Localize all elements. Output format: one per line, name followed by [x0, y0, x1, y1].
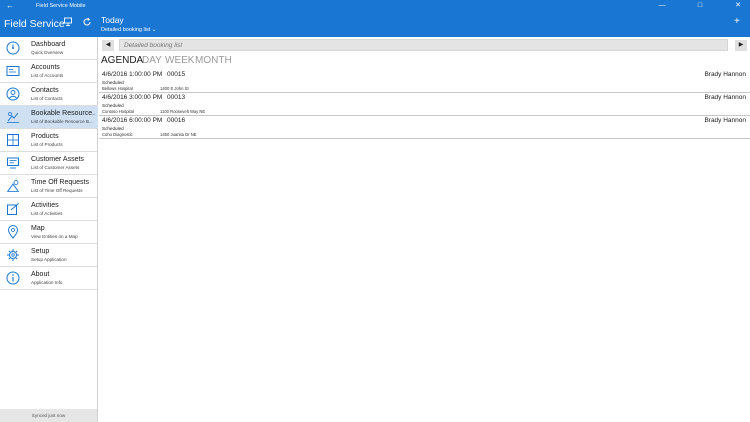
booking-row[interactable]: 4/6/2016 3:00:00 PM 00013 Brady Hannon S…	[99, 93, 750, 116]
sidebar-item-sub: List of Time Off Requests	[31, 188, 83, 193]
view-selector-label: Detailed booking list	[101, 27, 151, 33]
tab-week[interactable]: WEEK	[165, 54, 194, 68]
sidebar-item-sub: View Entities on a Map	[31, 234, 78, 239]
booking-datetime: 4/6/2016 3:00:00 PM	[102, 94, 163, 101]
chevron-down-icon: ⌄	[151, 27, 157, 33]
booking-number: 00016	[167, 117, 186, 124]
booking-row[interactable]: 4/6/2016 6:00:00 PM 00016 Brady Hannon S…	[99, 116, 750, 139]
device-icon[interactable]	[62, 17, 74, 31]
booking-row[interactable]: 4/6/2016 1:00:00 PM 00015 Brady Hannon S…	[99, 70, 750, 93]
sidebar-item-label: Time Off Requests	[31, 179, 89, 186]
tab-agenda[interactable]: AGENDA	[101, 54, 143, 68]
minimize-icon[interactable]: —	[650, 0, 674, 12]
booking-address: 1450 Juanita Dr NE	[160, 132, 197, 137]
sidebar-item-label: Accounts	[31, 64, 60, 71]
window-title: Field Service Mobile	[36, 3, 86, 9]
sidebar-item-label: Contacts	[31, 87, 59, 94]
chevron-left-icon: ◀	[105, 42, 111, 48]
sidebar-item-label: About	[31, 271, 50, 278]
sidebar-item-label: Bookable Resource...	[31, 110, 95, 117]
sidebar-item-bookable-resource[interactable]: Bookable Resource... List of Bookable Re…	[0, 106, 98, 129]
maximize-icon[interactable]: □	[688, 0, 712, 12]
tab-month[interactable]: MONTH	[195, 54, 232, 68]
sidebar-item-label: Products	[31, 133, 59, 140]
sidebar-item-label: Setup	[31, 248, 50, 255]
dashboard-icon	[6, 41, 20, 55]
sidebar-item-sub: Setup Application	[31, 257, 67, 262]
sidebar-item-customer-assets[interactable]: Customer Assets List of Customer Assets	[0, 152, 98, 175]
sidebar-item-label: Map	[31, 225, 45, 232]
sidebar-item-label: Activities	[31, 202, 59, 209]
booking-account: Coho Diagnostic	[102, 132, 133, 137]
customer-assets-icon	[6, 156, 20, 170]
sidebar-item-about[interactable]: About Application Info	[0, 267, 98, 290]
booking-resource: Brady Hannon	[704, 117, 746, 124]
main-content: ◀ ▶ AGENDA DAY WEEK MONTH 4/6/2016 1:00:…	[99, 37, 750, 422]
sidebar-item-activities[interactable]: Activities List of Activities	[0, 198, 98, 221]
map-pin-icon	[6, 225, 20, 239]
sidebar-item-sub: Application Info	[31, 280, 63, 285]
close-icon[interactable]: ✕	[726, 0, 750, 12]
time-off-icon	[6, 179, 20, 193]
sidebar-item-map[interactable]: Map View Entities on a Map	[0, 221, 98, 244]
sidebar-item-sub: List of Customer Assets	[31, 165, 80, 170]
activities-icon	[6, 202, 20, 216]
sidebar-item-sub: List of Contacts	[31, 96, 63, 101]
accounts-icon	[6, 64, 20, 78]
sidebar-item-sub: List of Products	[31, 142, 63, 147]
search-input[interactable]	[119, 39, 728, 51]
booking-address: 1100 Roosevelt Way NE	[160, 109, 206, 114]
next-button[interactable]: ▶	[735, 40, 747, 51]
info-icon	[6, 271, 20, 285]
bookable-resource-icon	[6, 110, 20, 124]
booking-resource: Brady Hannon	[704, 71, 746, 78]
view-selector[interactable]: Detailed booking list ⌄	[101, 26, 156, 34]
sidebar-item-label: Dashboard	[31, 41, 66, 48]
sidebar-item-label: Customer Assets	[31, 156, 84, 163]
sidebar-item-dashboard[interactable]: Dashboard Quick Overview	[0, 37, 98, 60]
tab-day[interactable]: DAY	[142, 54, 162, 68]
sidebar-item-sub: Quick Overview	[31, 50, 64, 55]
booking-account: Contoso Hospital	[102, 109, 134, 114]
back-arrow-icon[interactable]: ←	[6, 0, 14, 12]
sync-icon[interactable]	[81, 17, 93, 31]
sidebar-item-products[interactable]: Products List of Products	[0, 129, 98, 152]
sidebar-item-contacts[interactable]: Contacts List of Contacts	[0, 83, 98, 106]
add-icon[interactable]: +	[734, 16, 740, 28]
products-icon	[6, 133, 20, 147]
contacts-icon	[6, 87, 20, 101]
page-title: Today	[101, 15, 124, 25]
booking-number: 00015	[167, 71, 186, 78]
prev-button[interactable]: ◀	[102, 40, 114, 51]
booking-datetime: 4/6/2016 6:00:00 PM	[102, 117, 163, 124]
sidebar-item-time-off-requests[interactable]: Time Off Requests List of Time Off Reque…	[0, 175, 98, 198]
booking-number: 00013	[167, 94, 186, 101]
sync-status: Synced just now	[0, 409, 97, 422]
sidebar-item-accounts[interactable]: Accounts List of Accounts	[0, 60, 98, 83]
booking-account: Bellows Hospital	[102, 86, 133, 91]
app-header: Field Service Today Detailed booking lis…	[0, 12, 750, 37]
sidebar-item-sub: List of Bookable Resource B...	[31, 119, 93, 124]
app-name: Field Service	[4, 18, 65, 30]
sidebar-item-sub: List of Accounts	[31, 73, 64, 78]
chevron-right-icon: ▶	[738, 42, 744, 48]
sidebar: Dashboard Quick Overview Accounts List o…	[0, 37, 98, 422]
window-titlebar: ← Field Service Mobile — □ ✕	[0, 0, 750, 12]
sidebar-item-sub: List of Activities	[31, 211, 63, 216]
sidebar-item-setup[interactable]: Setup Setup Application	[0, 244, 98, 267]
setup-gear-icon	[6, 248, 20, 262]
booking-address: 1400 E John St	[160, 86, 189, 91]
booking-resource: Brady Hannon	[704, 94, 746, 101]
booking-datetime: 4/6/2016 1:00:00 PM	[102, 71, 163, 78]
